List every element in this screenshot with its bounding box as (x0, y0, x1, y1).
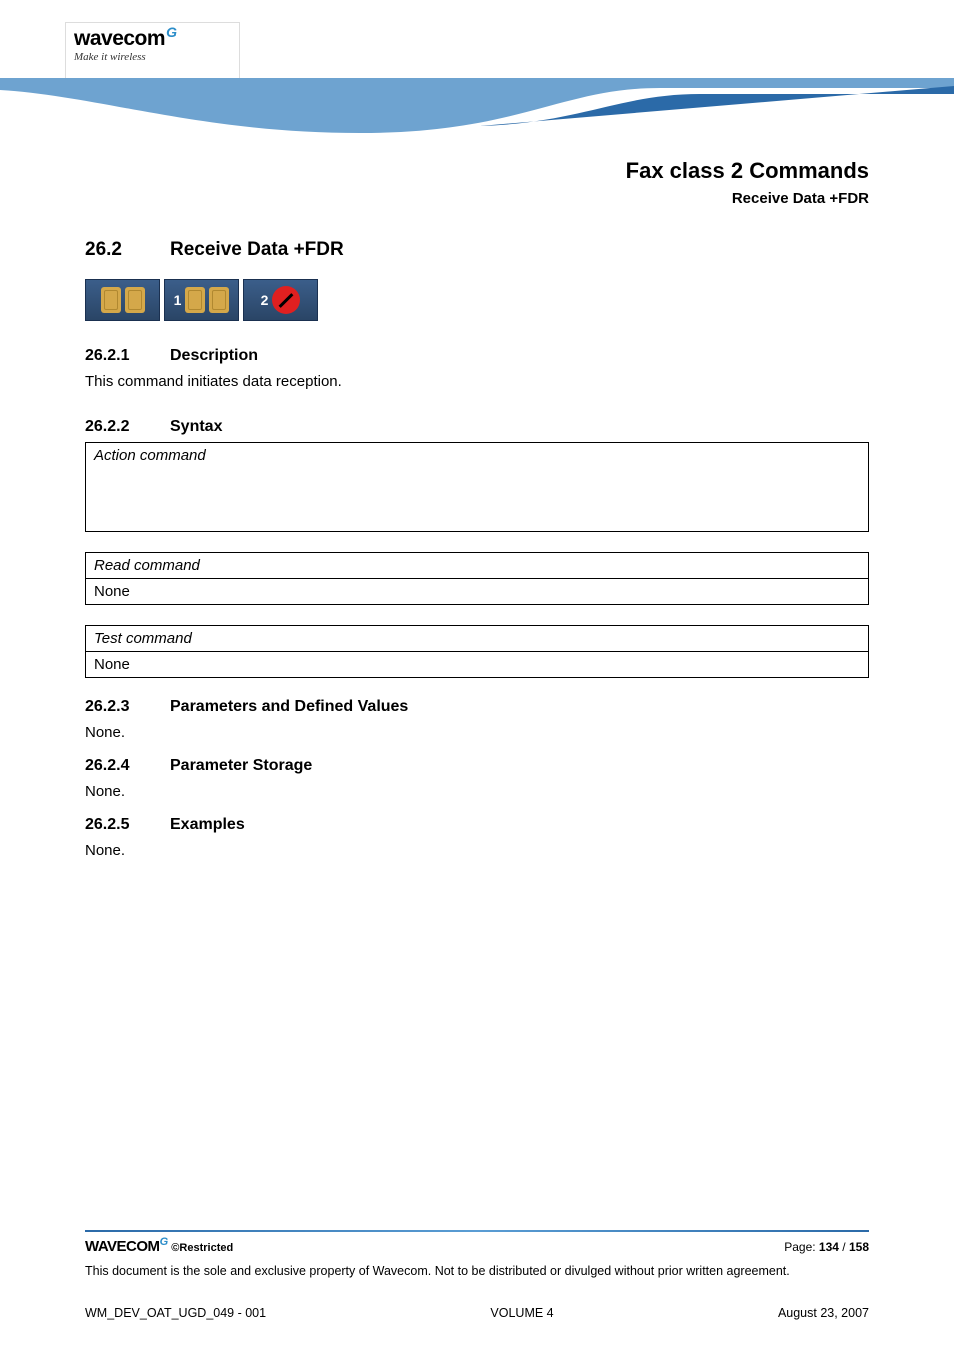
subsection-number: 26.2.4 (85, 757, 170, 775)
sim-badge-two-blocked: 2 (243, 279, 318, 321)
page-title-block: Fax class 2 Commands Receive Data +FDR (0, 158, 954, 207)
action-command-label: Action command (86, 443, 868, 468)
test-command-value: None (86, 652, 868, 677)
params-text: None. (85, 722, 869, 743)
section-subtitle: Receive Data +FDR (0, 190, 869, 207)
sim-chip-icon (185, 287, 205, 313)
subsection-number: 26.2.5 (85, 816, 170, 834)
logo-swirl-icon: G (166, 24, 176, 40)
subsection-title: Parameters and Defined Values (170, 698, 408, 716)
sim-badge-number: 2 (261, 292, 269, 308)
sim-chip-icon (101, 287, 121, 313)
subsection-heading: 26.2.2 Syntax (85, 418, 869, 436)
chapter-title: Fax class 2 Commands (0, 158, 869, 184)
storage-text: None. (85, 781, 869, 802)
test-command-box: Test command None (85, 625, 869, 678)
section-title: Receive Data +FDR (170, 239, 344, 261)
doc-id: WM_DEV_OAT_UGD_049 - 001 (85, 1306, 266, 1320)
subsection-title: Examples (170, 816, 245, 834)
brand-logo: wavecomG Make it wireless (65, 22, 240, 82)
page-number: Page: 134 / 158 (784, 1240, 869, 1254)
action-command-box: Action command (85, 442, 869, 532)
volume-label: VOLUME 4 (490, 1306, 553, 1320)
read-command-box: Read command None (85, 552, 869, 605)
sim-badge-one: 1 (164, 279, 239, 321)
subsection-number: 26.2.3 (85, 698, 170, 716)
examples-text: None. (85, 840, 869, 861)
footer-divider (85, 1230, 869, 1232)
subsection-heading: 26.2.3 Parameters and Defined Values (85, 698, 869, 716)
footer-logo: WAVECOMG (85, 1238, 171, 1255)
doc-date: August 23, 2007 (778, 1306, 869, 1320)
subsection-number: 26.2.2 (85, 418, 170, 436)
subsection-heading: 26.2.1 Description (85, 347, 869, 365)
footer-restricted: ©Restricted (171, 1242, 233, 1254)
description-text: This command initiates data reception. (85, 371, 869, 392)
footer-bottom-row: WM_DEV_OAT_UGD_049 - 001 VOLUME 4 August… (85, 1306, 869, 1320)
page-footer: WAVECOMG ©Restricted Page: 134 / 158 Thi… (85, 1230, 869, 1280)
sim-status-icons: 1 2 (85, 279, 869, 321)
section-number: 26.2 (85, 239, 170, 261)
page-header: wavecomG Make it wireless (0, 0, 954, 140)
subsection-title: Parameter Storage (170, 757, 312, 775)
footer-disclaimer: This document is the sole and exclusive … (85, 1263, 869, 1280)
sim-badge-none (85, 279, 160, 321)
logo-text: wavecom (74, 27, 165, 50)
sim-badge-number: 1 (174, 292, 182, 308)
test-command-label: Test command (86, 626, 868, 652)
footer-top-row: WAVECOMG ©Restricted Page: 134 / 158 (85, 1238, 869, 1255)
read-command-value: None (86, 579, 868, 604)
subsection-title: Syntax (170, 418, 222, 436)
sim-chip-icon (209, 287, 229, 313)
section-heading: 26.2 Receive Data +FDR (85, 239, 869, 261)
sim-chip-icon (125, 287, 145, 313)
subsection-heading: 26.2.5 Examples (85, 816, 869, 834)
prohibit-icon (272, 286, 300, 314)
logo-swirl-icon: G (160, 1236, 168, 1248)
read-command-label: Read command (86, 553, 868, 579)
logo-tagline: Make it wireless (74, 51, 231, 63)
subsection-number: 26.2.1 (85, 347, 170, 365)
subsection-heading: 26.2.4 Parameter Storage (85, 757, 869, 775)
header-swoosh (0, 78, 954, 140)
content-area: 26.2 Receive Data +FDR 1 2 26.2.1 Descri… (0, 239, 954, 861)
subsection-title: Description (170, 347, 258, 365)
